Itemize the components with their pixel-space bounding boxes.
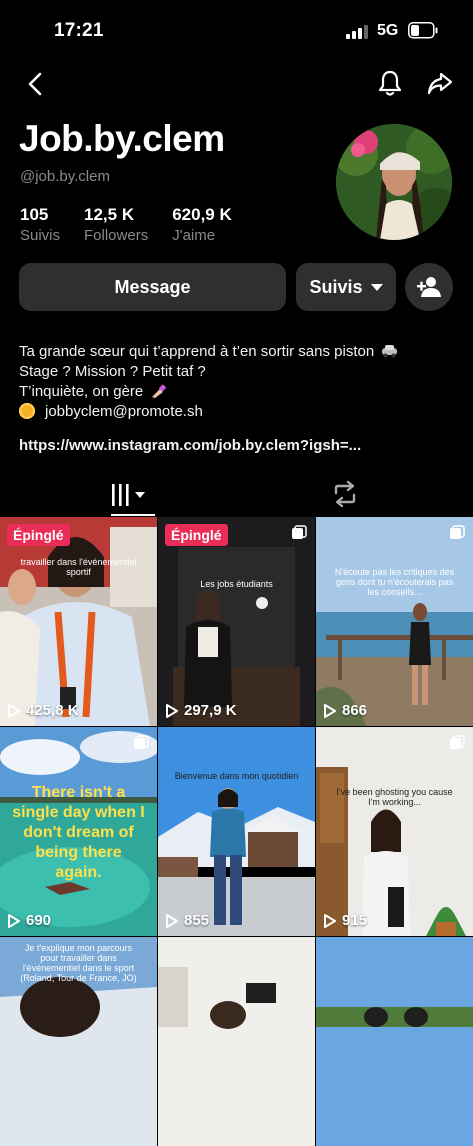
play-icon [166, 913, 178, 928]
status-time: 17:21 [54, 20, 104, 41]
video-caption: travailler dans l'événementiel sportif [20, 557, 137, 577]
message-button-label: Message [114, 276, 191, 297]
profile-bio: Ta grande sœur qui t’apprend à t’en sort… [19, 342, 398, 422]
bell-icon[interactable] [375, 68, 405, 98]
view-count-value: 297,9 K [184, 702, 237, 719]
following-button[interactable]: Suivis [296, 263, 396, 311]
video-thumbnail [316, 517, 473, 726]
video-thumbnail [0, 517, 157, 726]
following-button-label: Suivis [309, 276, 363, 297]
video-thumbnail [316, 937, 473, 1146]
view-count-value: 915 [342, 912, 368, 929]
video-tile-7[interactable]: Je t'explique mon parcours pour travaill… [0, 937, 157, 1146]
video-thumbnail [316, 727, 473, 936]
stat-followers[interactable]: 12,5 K Followers [84, 205, 148, 244]
repost-tab-icon[interactable] [330, 480, 360, 508]
profile-name: Job.by.clem [19, 118, 225, 159]
active-tab-indicator [111, 514, 155, 516]
multi-photo-icon [450, 735, 465, 749]
pinned-badge: Épinglé [7, 524, 70, 546]
video-thumbnail [158, 727, 315, 936]
view-count-value: 425,8 K [26, 702, 79, 719]
message-button[interactable]: Message [19, 263, 286, 311]
view-count: 297,9 K [166, 702, 237, 719]
bio-line-1: Ta grande sœur qui t’apprend à t’en sort… [19, 343, 375, 360]
status-bar: 17:21 5G [0, 0, 473, 60]
video-caption: Les jobs étudiants [200, 579, 273, 589]
back-arrow-icon[interactable] [22, 70, 50, 98]
stat-following-label: Suivis [20, 227, 61, 244]
view-count: 855 [166, 912, 209, 929]
view-count: 690 [8, 912, 51, 929]
stat-followers-value: 12,5 K [84, 205, 135, 224]
avatar[interactable] [336, 124, 452, 240]
view-count: 866 [324, 702, 367, 719]
view-count: 425,8 K [8, 702, 79, 719]
profile-stats: 105 Suivis 12,5 K Followers 620,9 K J'ai… [20, 205, 256, 244]
nail-polish-emoji-icon [152, 384, 167, 398]
video-tile-2[interactable]: Épinglé Les jobs étudiants 297,9 K [158, 517, 315, 726]
play-icon [8, 913, 20, 928]
stat-followers-label: Followers [84, 227, 149, 244]
profile-handle: @job.by.clem [20, 168, 110, 185]
multi-photo-icon [292, 525, 307, 539]
video-tile-5[interactable]: Bienvenue dans mon quotidien 855 [158, 727, 315, 936]
bio-line-2: Stage ? Mission ? Petit taf ? [19, 363, 206, 380]
video-thumbnail [158, 937, 315, 1146]
videos-grid-tab-icon[interactable] [108, 480, 158, 510]
play-icon [324, 703, 336, 718]
profile-link[interactable]: https://www.instagram.com/job.by.clem?ig… [19, 437, 361, 454]
video-tile-8[interactable] [158, 937, 315, 1146]
play-icon [8, 703, 20, 718]
view-count: 915 [324, 912, 367, 929]
car-emoji-icon [382, 345, 398, 358]
stat-likes-label: J'aime [172, 227, 216, 244]
video-tile-6[interactable]: I've been ghosting you cause I'm working… [316, 727, 473, 936]
share-icon[interactable] [425, 68, 455, 98]
video-tile-3[interactable]: N'écoute pas les critiques des gens dont… [316, 517, 473, 726]
video-caption: Je t'explique mon parcours pour travaill… [20, 943, 137, 983]
bio-email[interactable]: jobbyclem@promote.sh [45, 403, 203, 420]
play-icon [166, 703, 178, 718]
video-tile-1[interactable]: Épinglé travailler dans l'événementiel s… [0, 517, 157, 726]
signal-icon [346, 25, 368, 39]
stat-following[interactable]: 105 Suivis [20, 205, 60, 244]
pinned-badge: Épinglé [165, 524, 228, 546]
bio-line-3: T’inquiète, on gère [19, 383, 144, 400]
stat-following-value: 105 [20, 205, 49, 224]
video-caption: N'écoute pas les critiques des gens dont… [334, 567, 455, 597]
multi-photo-icon [450, 525, 465, 539]
view-count-value: 866 [342, 702, 368, 719]
sun-emoji-icon [19, 403, 35, 419]
multi-photo-icon [134, 735, 149, 749]
video-caption: Bienvenue dans mon quotidien [174, 771, 299, 781]
stat-likes-value: 620,9 K [172, 205, 232, 224]
view-count-value: 690 [26, 912, 52, 929]
video-caption: There isn't a single day when I don't dr… [12, 784, 145, 881]
add-friend-button[interactable] [405, 263, 453, 311]
video-tile-9[interactable] [316, 937, 473, 1146]
video-caption: I've been ghosting you cause I'm working… [336, 787, 453, 807]
network-label: 5G [377, 22, 399, 39]
play-icon [324, 913, 336, 928]
view-count-value: 855 [184, 912, 210, 929]
battery-icon [408, 22, 438, 39]
stat-likes[interactable]: 620,9 K J'aime [172, 205, 232, 244]
add-user-icon [417, 277, 441, 297]
video-tile-4[interactable]: There isn't a single day when I don't dr… [0, 727, 157, 936]
chevron-down-icon [370, 283, 383, 291]
video-thumbnail [158, 517, 315, 726]
